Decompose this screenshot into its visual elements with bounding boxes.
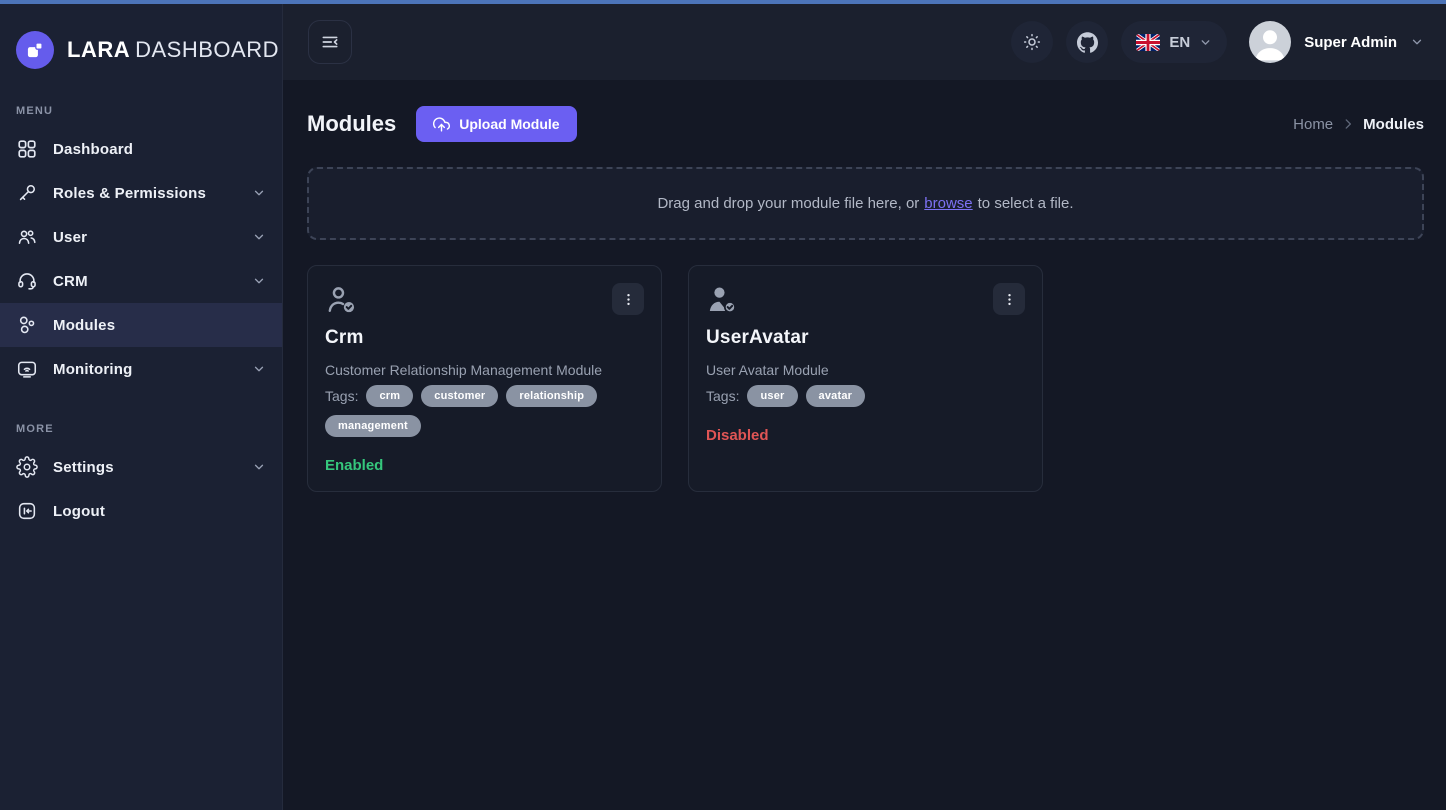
chevron-down-icon [252, 460, 266, 474]
chevron-down-icon [252, 362, 266, 376]
sidebar-collapse-icon [320, 32, 340, 52]
module-dropzone[interactable]: Drag and drop your module file here, or … [307, 167, 1424, 240]
module-menu-button[interactable] [993, 283, 1025, 315]
module-name: UserAvatar [706, 327, 1025, 349]
page-title: Modules [307, 111, 396, 137]
sidebar: LARADASHBOARD MENU Dashboard Roles & Per… [0, 4, 283, 810]
key-icon [16, 182, 38, 204]
menu-section-label: MENU [16, 105, 266, 117]
module-description: User Avatar Module [706, 362, 1025, 378]
language-selector[interactable]: EN [1121, 21, 1227, 63]
user-menu[interactable]: Super Admin [1249, 21, 1424, 63]
breadcrumb-home-link[interactable]: Home [1293, 116, 1333, 133]
grid-icon [16, 138, 38, 160]
breadcrumb-current: Modules [1363, 116, 1424, 133]
chevron-down-icon [252, 186, 266, 200]
module-status: Disabled [706, 427, 1025, 444]
theme-toggle-button[interactable] [1011, 21, 1053, 63]
module-tag-pill: user [747, 385, 797, 407]
sun-icon [1022, 32, 1042, 52]
module-card-useravatar: UserAvatar User Avatar Module Tags: user… [688, 265, 1043, 492]
module-tag-pill: crm [366, 385, 413, 407]
language-code: EN [1169, 34, 1190, 51]
app-logo[interactable]: LARADASHBOARD [0, 4, 282, 69]
module-tags: Tags: crm customer relationship management [325, 385, 644, 437]
module-card-crm: Crm Customer Relationship Management Mod… [307, 265, 662, 492]
main-content: Modules Upload Module Home Modules Drag … [283, 80, 1446, 810]
chevron-down-icon [1410, 35, 1424, 49]
sidebar-item-logout[interactable]: Logout [0, 489, 282, 533]
browse-link[interactable]: browse [924, 195, 972, 212]
user-check-icon [706, 283, 740, 317]
module-status: Enabled [325, 457, 644, 474]
module-tag-pill: management [325, 415, 421, 437]
top-header: EN Super Admin [283, 4, 1446, 80]
tags-label: Tags: [706, 388, 739, 404]
user-name: Super Admin [1304, 34, 1397, 51]
avatar [1249, 21, 1291, 63]
sidebar-item-crm[interactable]: CRM [0, 259, 282, 303]
app-title: LARADASHBOARD [67, 37, 279, 63]
dropzone-text-before: Drag and drop your module file here, or [657, 195, 919, 212]
logout-icon [16, 500, 38, 522]
module-tag-pill: relationship [506, 385, 597, 407]
module-tags: Tags: user avatar [706, 385, 1025, 407]
sidebar-menu: Dashboard Roles & Permissions User CRM M… [0, 127, 282, 391]
sidebar-item-modules[interactable]: Modules [0, 303, 282, 347]
sidebar-more: Settings Logout [0, 445, 282, 533]
gear-icon [16, 456, 38, 478]
dots-vertical-icon [621, 292, 636, 307]
module-menu-button[interactable] [612, 283, 644, 315]
module-tag-pill: customer [421, 385, 498, 407]
dots-vertical-icon [1002, 292, 1017, 307]
tags-label: Tags: [325, 388, 358, 404]
upload-cloud-icon [433, 116, 450, 133]
chevron-right-icon [1341, 117, 1355, 131]
sidebar-item-roles-permissions[interactable]: Roles & Permissions [0, 171, 282, 215]
chevron-down-icon [252, 274, 266, 288]
headset-icon [16, 270, 38, 292]
breadcrumb: Home Modules [1293, 116, 1424, 133]
uk-flag-icon [1136, 34, 1160, 51]
modules-icon [16, 314, 38, 336]
monitor-icon [16, 358, 38, 380]
chevron-down-icon [252, 230, 266, 244]
users-icon [16, 226, 38, 248]
more-section-label: MORE [16, 423, 266, 435]
github-button[interactable] [1066, 21, 1108, 63]
sidebar-item-monitoring[interactable]: Monitoring [0, 347, 282, 391]
chevron-down-icon [1199, 36, 1212, 49]
sidebar-item-dashboard[interactable]: Dashboard [0, 127, 282, 171]
sidebar-item-settings[interactable]: Settings [0, 445, 282, 489]
module-name: Crm [325, 327, 644, 349]
github-icon [1077, 32, 1098, 53]
dropzone-text-after: to select a file. [978, 195, 1074, 212]
upload-module-button[interactable]: Upload Module [416, 106, 576, 142]
module-tag-pill: avatar [806, 385, 866, 407]
sidebar-collapse-button[interactable] [308, 20, 352, 64]
module-description: Customer Relationship Management Module [325, 362, 644, 378]
modules-grid: Crm Customer Relationship Management Mod… [307, 265, 1424, 492]
user-check-icon [325, 283, 359, 317]
lara-logo-icon [16, 31, 54, 69]
sidebar-item-user[interactable]: User [0, 215, 282, 259]
